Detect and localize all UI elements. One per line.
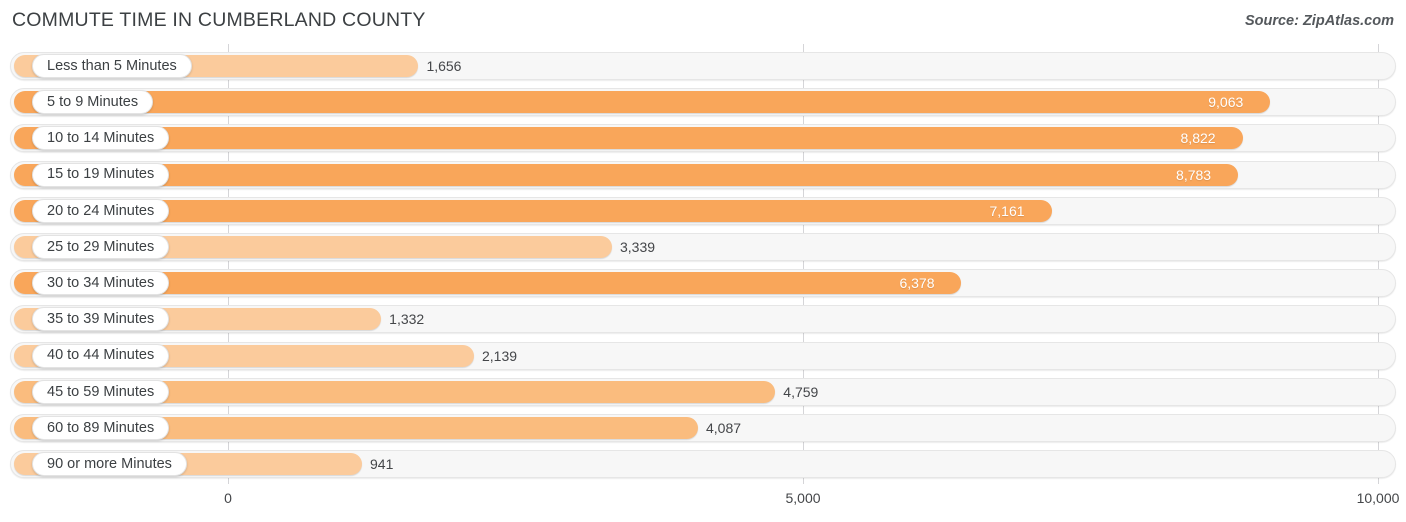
- bar-value-label: 7,161: [989, 202, 1025, 219]
- bar-label: 45 to 59 Minutes: [47, 383, 155, 400]
- bar-row[interactable]: Less than 5 Minutes 1,656: [10, 52, 1396, 80]
- bar-row[interactable]: 45 to 59 Minutes 4,759: [10, 377, 1396, 406]
- bar-label: 15 to 19 Minutes: [47, 166, 155, 183]
- bar-label-pill: 60 to 89 Minutes: [32, 416, 170, 440]
- bar-label-pill: 35 to 39 Minutes: [32, 307, 170, 332]
- bar-label: 35 to 39 Minutes: [47, 311, 155, 328]
- bar-row[interactable]: 10 to 14 Minutes 8,822: [10, 124, 1396, 153]
- bar-label-pill: 90 or more Minutes: [32, 452, 187, 477]
- bar-label-pill: 15 to 19 Minutes: [32, 162, 170, 187]
- bar-label: 5 to 9 Minutes: [47, 93, 139, 110]
- bar-row[interactable]: 25 to 29 Minutes 3,339: [10, 233, 1396, 261]
- chart-plot-area: Less than 5 Minutes 1,656 5 to 9 Minutes 9,…: [0, 44, 1406, 484]
- bar-value-label: 941: [370, 456, 394, 473]
- bar-row[interactable]: 60 to 89 Minutes 4,087: [10, 414, 1396, 442]
- bar[interactable]: [14, 163, 1239, 186]
- bar[interactable]: [14, 91, 1271, 114]
- bar-label: 60 to 89 Minutes: [47, 419, 155, 436]
- x-axis: 0 5,000 10,000: [0, 484, 1406, 522]
- bar-label-pill: 45 to 59 Minutes: [32, 379, 170, 404]
- bar-label-pill: 40 to 44 Minutes: [32, 343, 170, 368]
- bar[interactable]: [14, 127, 1243, 150]
- bar-value-label: 1,332: [389, 311, 425, 328]
- bar-value-label: 2,139: [481, 347, 518, 364]
- bar-label: Less than 5 Minutes: [47, 57, 177, 74]
- x-tick-label: 10,000: [1356, 490, 1400, 506]
- bar[interactable]: [14, 199, 1052, 222]
- bar-label-pill: Less than 5 Minutes: [32, 54, 192, 78]
- bar-value-label: 4,087: [706, 420, 742, 436]
- bar-label: 30 to 34 Minutes: [47, 274, 155, 291]
- bar-value-label: 6,378: [899, 275, 935, 292]
- bar-value-label: 9,063: [1208, 94, 1244, 111]
- bar-value-label: 4,759: [783, 383, 819, 400]
- x-tick-label: 0: [224, 490, 232, 506]
- bar-row[interactable]: 5 to 9 Minutes 9,063: [10, 88, 1396, 117]
- bar-label-pill: 10 to 14 Minutes: [32, 126, 170, 151]
- chart-header: COMMUTE TIME IN CUMBERLAND COUNTY Source…: [0, 0, 1406, 44]
- bar-row[interactable]: 35 to 39 Minutes 1,332: [10, 305, 1396, 334]
- bar-row[interactable]: 40 to 44 Minutes 2,139: [10, 341, 1396, 370]
- bar-value-label: 1,656: [426, 58, 462, 74]
- bar-label-pill: 25 to 29 Minutes: [32, 235, 170, 259]
- bar-row[interactable]: 90 or more Minutes 941: [10, 450, 1396, 479]
- bar-row[interactable]: 15 to 19 Minutes 8,783: [10, 160, 1396, 189]
- bar-label-pill: 5 to 9 Minutes: [32, 90, 154, 115]
- page-title: COMMUTE TIME IN CUMBERLAND COUNTY: [12, 9, 426, 31]
- bar-value-label: 8,822: [1180, 130, 1216, 147]
- bar-row[interactable]: 30 to 34 Minutes 6,378: [10, 269, 1396, 298]
- bar-label: 40 to 44 Minutes: [47, 347, 155, 364]
- bar-row[interactable]: 20 to 24 Minutes 7,161: [10, 196, 1396, 225]
- bar-label: 25 to 29 Minutes: [47, 238, 155, 255]
- source-attribution: Source: ZipAtlas.com: [1244, 13, 1394, 29]
- bar-label: 20 to 24 Minutes: [47, 202, 155, 219]
- bar-value-label: 8,783: [1176, 166, 1212, 183]
- bar-label: 90 or more Minutes: [47, 455, 172, 472]
- bar-label: 10 to 14 Minutes: [47, 130, 155, 147]
- bar-value-label: 3,339: [619, 239, 656, 255]
- x-tick-label: 5,000: [785, 490, 821, 506]
- bar-label-pill: 20 to 24 Minutes: [32, 198, 170, 223]
- bar-label-pill: 30 to 34 Minutes: [32, 271, 170, 296]
